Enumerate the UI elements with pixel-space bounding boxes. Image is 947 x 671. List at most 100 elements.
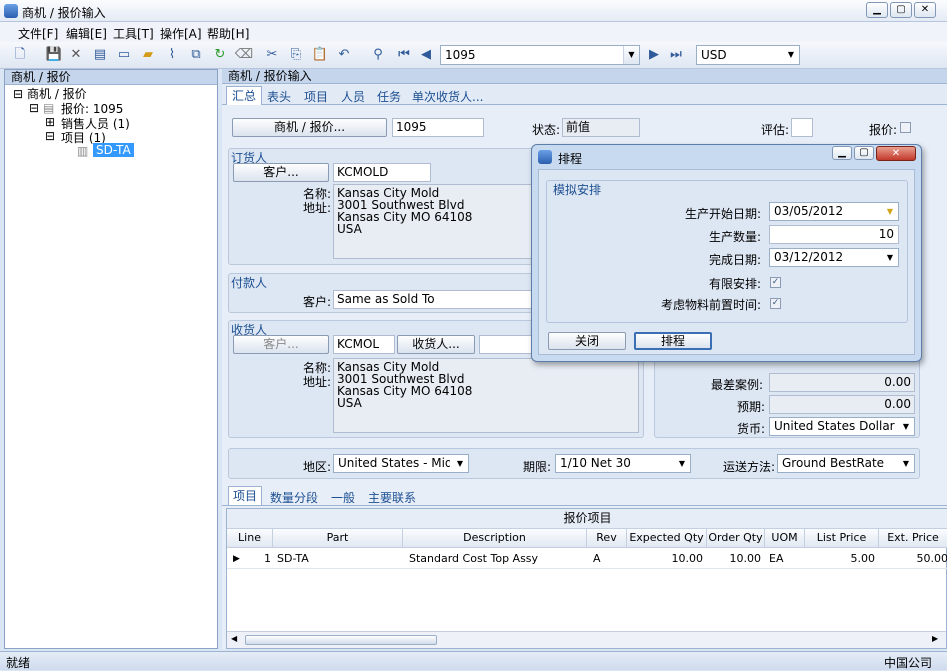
opportunity-button[interactable]: 商机 / 报价... (232, 118, 387, 137)
sold-to-customer-field[interactable]: KCMOLD (333, 163, 431, 182)
next-record-icon[interactable]: ▶ (644, 46, 664, 64)
qty-label: 生产数量: (708, 230, 761, 244)
calendar-dropdown-icon[interactable]: ▼ (882, 203, 898, 220)
tab-items[interactable]: 项目 (304, 88, 328, 105)
previous-record-icon[interactable]: ◀ (416, 46, 436, 64)
chevron-down-icon[interactable]: ▼ (882, 249, 898, 266)
currency-select[interactable]: United States Dollar ▼ (769, 417, 915, 436)
menu-edit[interactable]: 编辑[E] (66, 25, 107, 42)
dialog-maximize-icon[interactable]: ▢ (854, 146, 874, 160)
scrollbar-thumb[interactable] (245, 635, 437, 645)
currency-combo[interactable]: USD ▼ (696, 45, 800, 65)
col-uom[interactable]: UOM (765, 529, 805, 548)
horizontal-scrollbar[interactable]: ◀ ▶ (227, 631, 946, 648)
terms-select[interactable]: 1/10 Net 30 ▼ (555, 454, 691, 473)
col-expected-qty[interactable]: Expected Qty (627, 529, 707, 548)
paste-icon[interactable]: 📋 (310, 46, 330, 64)
cell-line: 1 (264, 552, 271, 565)
tab-line-items[interactable]: 项目 (228, 486, 263, 505)
tree-salespeople-expander-icon[interactable]: ⊞ (45, 115, 55, 129)
sold-to-address-label: 地址: (303, 201, 332, 215)
col-line[interactable]: Line (227, 529, 273, 548)
col-description[interactable]: Description (403, 529, 587, 548)
ship-via-select[interactable]: Ground BestRate ▼ (777, 454, 915, 473)
first-record-icon[interactable]: ⏮ (394, 46, 414, 64)
tree-root-expander-icon[interactable]: ⊟ (13, 87, 23, 101)
ship-to-button[interactable]: 收货人... (397, 335, 475, 354)
chevron-down-icon[interactable]: ▼ (623, 46, 639, 64)
chevron-down-icon[interactable]: ▼ (674, 455, 690, 472)
finite-checkbox[interactable]: ✓ (770, 277, 781, 288)
attach-icon[interactable]: ⌇ (162, 46, 182, 64)
title-bar: 商机 / 报价输入 ▁ ▢ ✕ (0, 0, 947, 22)
dialog-close-icon[interactable]: ✕ (876, 146, 916, 161)
menu-tools[interactable]: 工具[T] (113, 25, 154, 42)
finish-date-field[interactable]: 03/12/2012 ▼ (769, 248, 899, 267)
col-part[interactable]: Part (273, 529, 403, 548)
chevron-down-icon[interactable]: ▼ (783, 46, 799, 64)
tab-people[interactable]: 人员 (341, 88, 365, 105)
col-order-qty[interactable]: Order Qty (707, 529, 765, 548)
col-list-price[interactable]: List Price (805, 529, 879, 548)
last-record-icon[interactable]: ⏭ (666, 46, 686, 64)
currency-combo-value: USD (701, 48, 727, 62)
chevron-down-icon[interactable]: ▼ (898, 455, 914, 472)
menu-actions[interactable]: 操作[A] (160, 25, 202, 42)
tab-general[interactable]: 一般 (331, 489, 355, 506)
schedule-button[interactable]: 排程 (634, 332, 712, 350)
menu-file[interactable]: 文件[F] (18, 25, 58, 42)
tree-item-selected[interactable]: SD-TA (93, 143, 134, 157)
ship-to-customer-button[interactable]: 客户... (233, 335, 329, 354)
opportunity-field[interactable]: 1095 (392, 118, 484, 137)
clear-icon[interactable]: ⌫ (234, 46, 254, 64)
tab-summary[interactable]: 汇总 (226, 86, 263, 105)
start-date-field[interactable]: 03/05/2012 ▼ (769, 202, 899, 221)
cut-icon[interactable]: ✂ (262, 46, 282, 64)
tree-items-expander-icon[interactable]: ⊟ (45, 129, 55, 143)
bill-to-customer-label: 客户: (303, 295, 332, 309)
lead-time-checkbox[interactable]: ✓ (770, 298, 781, 309)
territory-label: 地区: (303, 460, 332, 474)
tab-one-time-shipto[interactable]: 单次收货人... (412, 88, 483, 105)
tab-quantity-breaks[interactable]: 数量分段 (270, 489, 318, 506)
document-icon: ▤ (43, 101, 55, 115)
dialog-minimize-icon[interactable]: ▁ (832, 146, 852, 160)
menu-help[interactable]: 帮助[H] (207, 25, 249, 42)
tab-header[interactable]: 表头 (267, 88, 291, 105)
folder-icon[interactable]: ▰ (138, 46, 158, 64)
book-icon[interactable]: ▤ (90, 46, 110, 64)
tree-quote-expander-icon[interactable]: ⊟ (29, 101, 39, 115)
chevron-down-icon[interactable]: ▼ (452, 455, 468, 472)
close-icon[interactable]: ✕ (914, 2, 936, 18)
sold-to-customer-button[interactable]: 客户... (233, 163, 329, 182)
tab-tasks[interactable]: 任务 (377, 88, 401, 105)
maximize-icon[interactable]: ▢ (890, 2, 912, 18)
evaluate-field[interactable] (791, 118, 813, 137)
search-icon[interactable]: ⚲ (368, 46, 388, 64)
col-rev[interactable]: Rev (587, 529, 627, 548)
grid-title: 报价项目 (227, 509, 947, 529)
main-tabs: 汇总 表头 项目 人员 任务 单次收货人... (222, 85, 947, 105)
new-icon[interactable]: 🗋 (10, 46, 30, 64)
record-combo[interactable]: 1095 ▼ (440, 45, 640, 65)
ship-to-customer-field[interactable]: KCMOL (333, 335, 395, 354)
minimize-icon[interactable]: ▁ (866, 2, 888, 18)
save-icon[interactable]: 💾 (44, 46, 64, 64)
undo-icon[interactable]: ↶ (334, 46, 354, 64)
col-ext-price[interactable]: Ext. Price (879, 529, 947, 548)
chevron-down-icon[interactable]: ▼ (898, 418, 914, 435)
copy-record-icon[interactable]: ⧉ (186, 46, 206, 64)
row-pointer-icon: ▶ (233, 554, 240, 564)
table-row[interactable]: ▶ 1 SD-TA Standard Cost Top Assy A 10.00… (227, 549, 947, 569)
qty-field[interactable]: 10 (769, 225, 899, 244)
tab-main-contact[interactable]: 主要联系 (368, 489, 416, 506)
copy-icon[interactable]: ⎘ (286, 46, 306, 64)
dialog-close-button[interactable]: 关闭 (548, 332, 626, 350)
quote-checkbox[interactable] (900, 122, 911, 133)
delete-icon[interactable]: ✕ (66, 46, 86, 64)
refresh-icon[interactable]: ↻ (210, 46, 230, 64)
window-icon[interactable]: ▭ (114, 46, 134, 64)
scroll-right-icon[interactable]: ▶ (932, 634, 938, 643)
scroll-left-icon[interactable]: ◀ (231, 634, 237, 643)
territory-select[interactable]: United States - Mid Wes ▼ (333, 454, 469, 473)
